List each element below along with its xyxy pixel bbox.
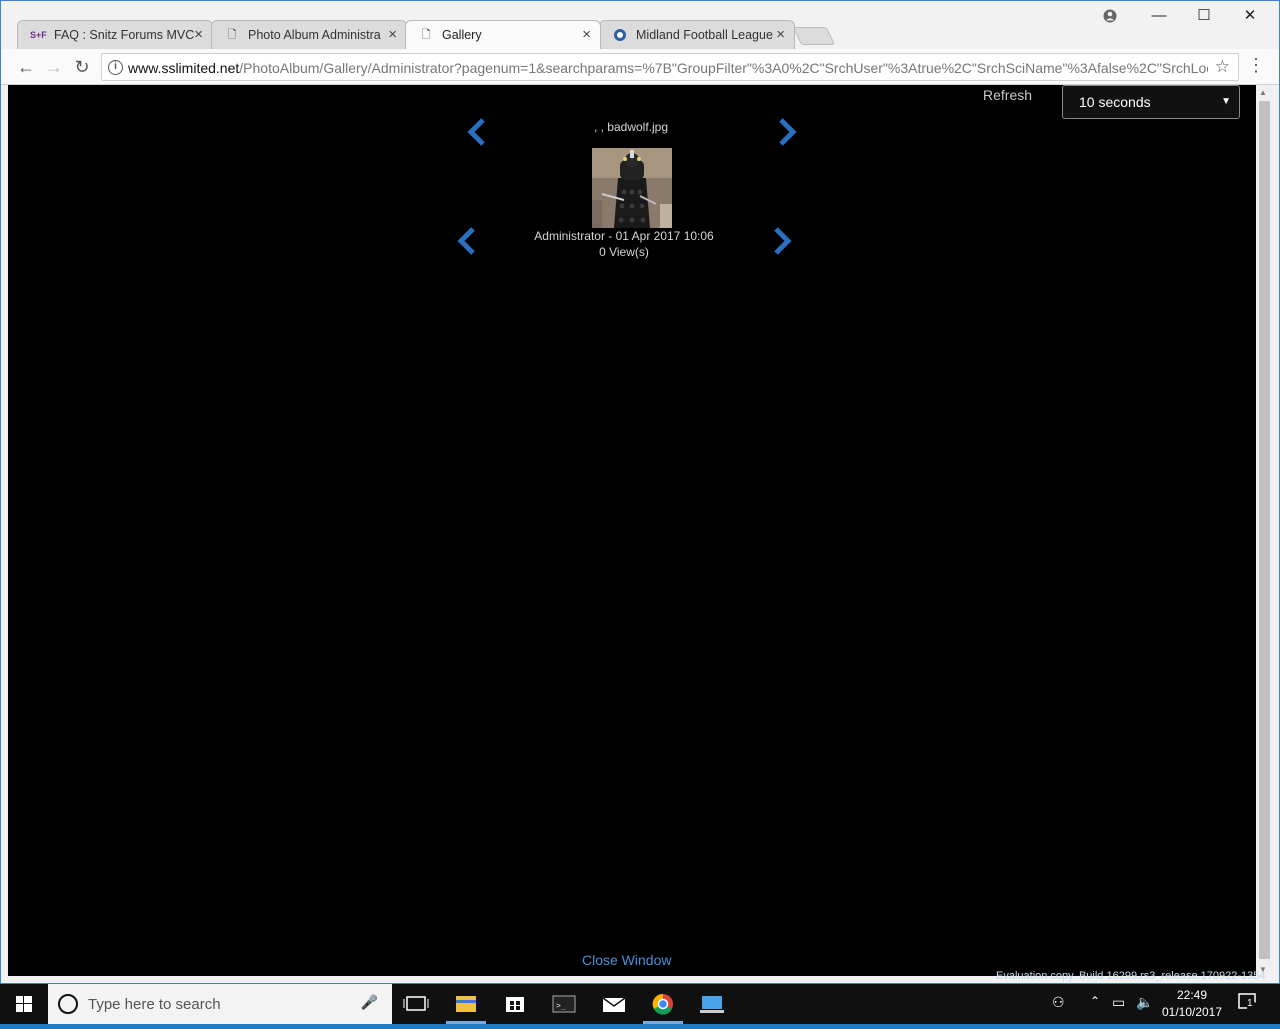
- taskbar-search[interactable]: Type here to search 🎤: [48, 984, 392, 1024]
- tab-label: FAQ : Snitz Forums MVC: [54, 28, 195, 42]
- file-explorer-icon[interactable]: [442, 984, 490, 1024]
- minimize-icon[interactable]: —: [1136, 1, 1182, 31]
- reload-icon[interactable]: ↻: [69, 54, 95, 80]
- next-image-button[interactable]: [776, 118, 798, 146]
- address-bar[interactable]: i www.sslimited.net/PhotoAlbum/Gallery/A…: [101, 53, 1239, 81]
- mail-icon[interactable]: [590, 984, 638, 1024]
- close-window-link[interactable]: Close Window: [582, 952, 671, 968]
- close-tab-icon[interactable]: ×: [194, 21, 203, 49]
- tab-midland-football[interactable]: Midland Football League ×: [599, 20, 795, 49]
- tab-faq[interactable]: S+F FAQ : Snitz Forums MVC ×: [17, 20, 213, 49]
- image-meta: Administrator - 01 Apr 2017 10:06: [534, 229, 714, 243]
- interval-value: 10 seconds: [1079, 94, 1151, 110]
- clock[interactable]: 22:49 01/10/2017: [1158, 987, 1226, 1021]
- scrollbar-thumb[interactable]: [1259, 101, 1270, 959]
- notification-count: 1: [1247, 998, 1253, 1009]
- start-button[interactable]: [0, 984, 48, 1024]
- search-placeholder: Type here to search: [88, 996, 221, 1013]
- task-view-icon[interactable]: [392, 984, 440, 1024]
- refresh-interval-select[interactable]: 10 seconds ▼: [1062, 85, 1240, 119]
- gallery-viewport: Refresh 10 seconds ▼ , , badwolf.jpg Adm…: [8, 85, 1256, 976]
- terminal-icon[interactable]: >_: [540, 984, 588, 1024]
- clock-date: 01/10/2017: [1161, 1005, 1223, 1019]
- new-tab-button[interactable]: [792, 27, 836, 45]
- image-views: 0 View(s): [599, 245, 649, 259]
- clock-time: 22:49: [1176, 988, 1208, 1002]
- back-icon[interactable]: ←: [13, 54, 39, 80]
- tab-gallery[interactable]: 🗋 Gallery ×: [405, 20, 601, 49]
- store-icon[interactable]: [491, 984, 539, 1024]
- url-text[interactable]: www.sslimited.net/PhotoAlbum/Gallery/Adm…: [128, 60, 1208, 76]
- page-scrollbar[interactable]: ▲ ▼: [1256, 85, 1272, 976]
- chevron-right-icon: [779, 118, 797, 146]
- chevron-down-icon: ▼: [1221, 96, 1231, 107]
- close-tab-icon[interactable]: ×: [388, 21, 397, 49]
- taskbar: Type here to search 🎤 >_ ⚇ ⌃ ▭ 🔈 22:49 0…: [0, 984, 1280, 1024]
- action-center-icon[interactable]: 1: [1238, 992, 1260, 1017]
- close-tab-icon[interactable]: ×: [582, 21, 591, 49]
- people-icon[interactable]: ⚇: [1052, 994, 1065, 1011]
- page-icon: 🗋: [421, 29, 431, 41]
- show-hidden-icons-icon[interactable]: ⌃: [1090, 994, 1100, 1008]
- profile-icon[interactable]: [1087, 1, 1133, 31]
- snitz-favicon-icon: S+F: [30, 30, 47, 40]
- close-window-icon[interactable]: ✕: [1227, 1, 1273, 31]
- maximize-icon[interactable]: ☐: [1181, 1, 1227, 31]
- page-icon: 🗋: [227, 29, 237, 41]
- cortana-icon: [58, 994, 78, 1014]
- tab-label: Photo Album Administra: [248, 28, 381, 42]
- network-icon[interactable]: ▭: [1112, 994, 1125, 1011]
- tab-label: Midland Football League: [636, 28, 773, 42]
- chrome-icon[interactable]: [639, 984, 687, 1024]
- volume-icon[interactable]: 🔈: [1136, 994, 1153, 1011]
- scroll-up-icon[interactable]: ▲: [1259, 88, 1267, 97]
- site-info-icon[interactable]: i: [108, 60, 123, 75]
- football-favicon-icon: [612, 28, 628, 42]
- browser-toolbar: ← → ↻ i www.sslimited.net/PhotoAlbum/Gal…: [1, 49, 1279, 85]
- windows-logo-icon: [16, 996, 32, 1012]
- svg-text:>_: >_: [556, 1001, 566, 1010]
- evaluation-watermark: Evaluation copy. Build 16299.rs3_release…: [996, 970, 1266, 982]
- tab-strip: S+F FAQ : Snitz Forums MVC × 🗋 Photo Alb…: [1, 1, 1279, 49]
- image-filename: , , badwolf.jpg: [593, 120, 669, 134]
- chevron-right-icon: [774, 227, 792, 255]
- remote-desktop-icon[interactable]: [688, 984, 736, 1024]
- next-page-button[interactable]: [771, 227, 793, 255]
- bookmark-star-icon[interactable]: ☆: [1215, 57, 1230, 77]
- image-thumbnail[interactable]: [592, 148, 672, 228]
- tab-photo-album-admin[interactable]: 🗋 Photo Album Administra ×: [211, 20, 407, 49]
- microphone-icon[interactable]: 🎤: [361, 994, 378, 1011]
- browser-menu-icon[interactable]: ⋮: [1247, 55, 1265, 76]
- forward-icon[interactable]: →: [41, 54, 67, 80]
- close-tab-icon[interactable]: ×: [776, 21, 785, 49]
- tab-label: Gallery: [442, 28, 482, 42]
- refresh-label: Refresh: [983, 87, 1033, 103]
